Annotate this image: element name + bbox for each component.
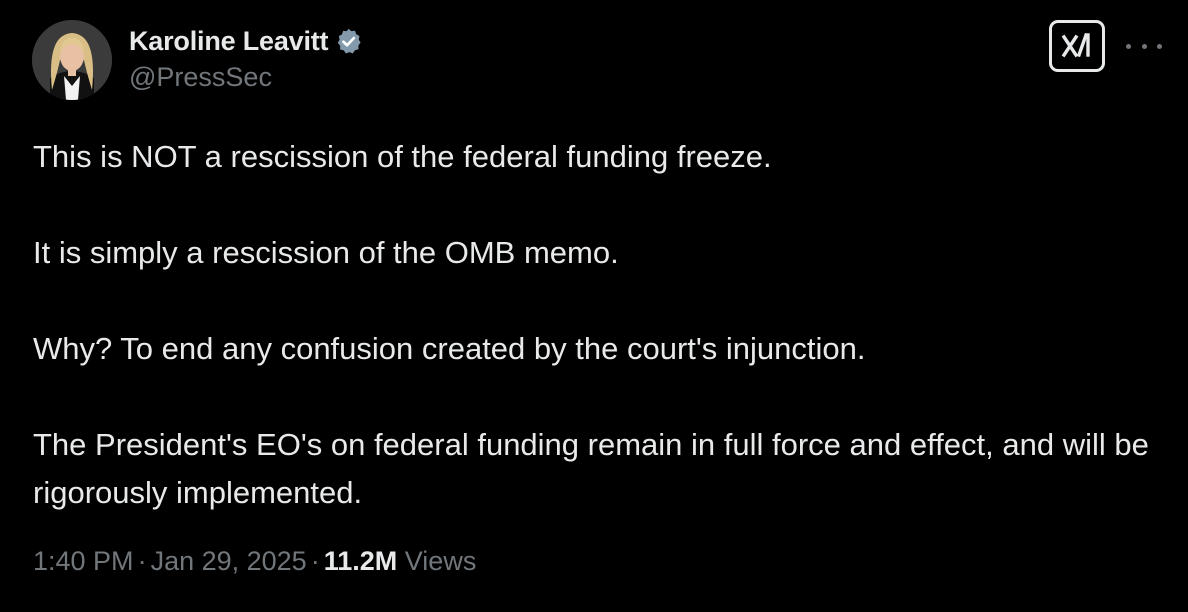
dot [1126, 43, 1131, 49]
verified-badge-icon [334, 27, 363, 56]
views-count: 11.2M [323, 546, 398, 576]
display-name[interactable]: Karoline Leavitt [129, 26, 329, 57]
post-date[interactable]: Jan 29, 2025 [151, 546, 307, 576]
dot [1157, 43, 1162, 49]
handle[interactable]: @PressSec [129, 62, 363, 93]
post-time[interactable]: 1:40 PM [33, 546, 134, 576]
grok-logo-icon [1061, 32, 1090, 58]
tweet-card: Karoline Leavitt @PressSec This is NOT a… [0, 0, 1188, 612]
paragraph: This is NOT a rescission of the federal … [33, 139, 772, 174]
grok-button[interactable] [1049, 20, 1105, 72]
paragraph: The President's EO's on federal funding … [33, 427, 1149, 510]
dot [1141, 43, 1147, 49]
separator: · [137, 546, 147, 576]
more-options-icon[interactable] [1126, 36, 1162, 56]
profile-photo [32, 20, 112, 100]
avatar[interactable] [32, 20, 112, 100]
separator: · [310, 546, 320, 576]
author-info: Karoline Leavitt @PressSec [129, 24, 363, 93]
paragraph: It is simply a rescission of the OMB mem… [33, 235, 619, 270]
tweet-text: This is NOT a rescission of the federal … [33, 133, 1153, 517]
views-label: Views [404, 546, 477, 576]
tweet-metadata: 1:40 PM · Jan 29, 2025 · 11.2M Views [33, 546, 476, 577]
paragraph: Why? To end any confusion created by the… [33, 331, 866, 366]
name-row: Karoline Leavitt [129, 24, 363, 58]
